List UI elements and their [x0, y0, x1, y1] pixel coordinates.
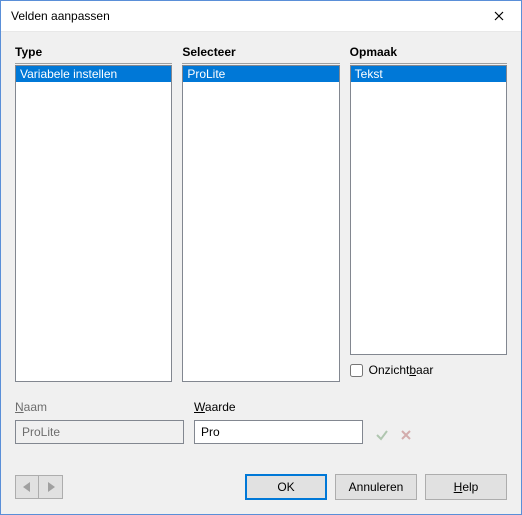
name-label: Naam	[15, 400, 184, 414]
format-column: Opmaak Tekst Onzichtbaar	[350, 42, 507, 382]
value-input[interactable]	[194, 420, 363, 444]
window-title: Velden aanpassen	[11, 9, 477, 23]
name-input	[15, 420, 184, 444]
dialog-body: Type Variabele instellen Selecteer ProLi…	[1, 32, 521, 514]
fields-row: Naam Waarde	[15, 400, 507, 444]
value-field: Waarde	[194, 400, 363, 444]
discard-button[interactable]	[397, 426, 415, 444]
nav-group	[15, 475, 63, 499]
select-listbox[interactable]: ProLite	[182, 65, 339, 382]
value-label: Waarde	[194, 400, 363, 414]
apply-button[interactable]	[373, 426, 391, 444]
triangle-right-icon	[47, 482, 55, 492]
check-icon	[375, 428, 389, 442]
format-header: Opmaak	[350, 42, 507, 64]
format-listbox[interactable]: Tekst	[350, 65, 507, 355]
help-button[interactable]: Help	[425, 474, 507, 500]
dialog-window: Velden aanpassen Type Variabele instelle…	[0, 0, 522, 515]
triangle-left-icon	[23, 482, 31, 492]
close-icon	[494, 11, 504, 21]
type-column: Type Variabele instellen	[15, 42, 172, 382]
select-header: Selecteer	[182, 42, 339, 64]
type-header: Type	[15, 42, 172, 64]
name-field: Naam	[15, 400, 184, 444]
bottom-row: OK Annuleren Help	[15, 474, 507, 500]
list-item[interactable]: Tekst	[351, 66, 506, 82]
titlebar: Velden aanpassen	[1, 1, 521, 32]
list-item[interactable]: Variabele instellen	[16, 66, 171, 82]
invisible-checkbox[interactable]	[350, 364, 363, 377]
close-button[interactable]	[477, 1, 521, 31]
prev-button[interactable]	[15, 475, 39, 499]
x-icon	[400, 429, 412, 441]
invisible-label: Onzichtbaar	[369, 363, 434, 377]
cancel-button[interactable]: Annuleren	[335, 474, 417, 500]
type-listbox[interactable]: Variabele instellen	[15, 65, 172, 382]
ok-button[interactable]: OK	[245, 474, 327, 500]
invisible-checkbox-row[interactable]: Onzichtbaar	[350, 363, 507, 377]
list-item[interactable]: ProLite	[183, 66, 338, 82]
apply-controls	[373, 400, 507, 444]
columns: Type Variabele instellen Selecteer ProLi…	[15, 42, 507, 382]
select-column: Selecteer ProLite	[182, 42, 339, 382]
next-button[interactable]	[39, 475, 63, 499]
